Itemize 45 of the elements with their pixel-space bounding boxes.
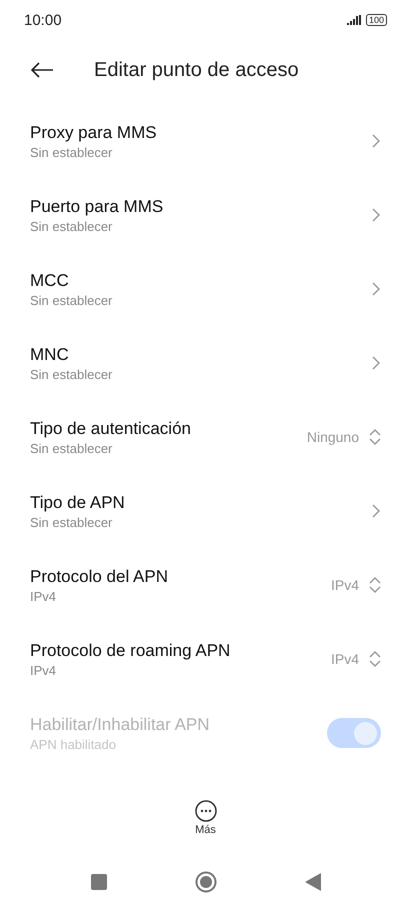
signal-icon [346, 15, 361, 25]
setting-value: Ninguno [306, 429, 359, 445]
setting-subtitle: Sin establecer [30, 366, 114, 382]
setting-row[interactable]: Tipo de autenticación Sin establecer Ninguno [0, 400, 411, 474]
chevron-right-icon [371, 355, 381, 371]
chevron-right-icon [371, 133, 381, 149]
setting-value: IPv4 [330, 577, 359, 593]
chevron-right-icon [371, 281, 381, 297]
back-nav-button[interactable] [304, 873, 320, 891]
setting-title: Tipo de APN [30, 492, 126, 512]
setting-subtitle: Sin establecer [30, 292, 114, 308]
setting-title: MNC [30, 344, 70, 364]
recents-button[interactable] [90, 874, 106, 890]
status-time: 10:00 [24, 12, 62, 28]
page-title: Editar punto de acceso [94, 58, 299, 82]
setting-row[interactable]: MNC Sin establecer [0, 326, 411, 400]
up-down-icon [369, 576, 381, 594]
battery-indicator: 100 [366, 14, 387, 26]
setting-row[interactable]: Tipo de APN Sin establecer [0, 474, 411, 548]
up-down-icon [369, 428, 381, 446]
setting-title: MCC [30, 270, 70, 290]
setting-value: IPv4 [330, 651, 359, 667]
setting-title: Protocolo de roaming APN [30, 640, 232, 660]
setting-subtitle: APN habilitado [30, 736, 117, 752]
up-down-icon [369, 650, 381, 668]
setting-subtitle: IPv4 [30, 588, 58, 604]
back-button[interactable] [30, 62, 54, 78]
setting-subtitle: IPv4 [30, 662, 58, 678]
setting-subtitle: Sin establecer [30, 144, 114, 160]
setting-row[interactable]: MCC Sin establecer [0, 252, 411, 326]
setting-title: Puerto para MMS [30, 196, 164, 216]
setting-row[interactable]: Protocolo de roaming APN IPv4 IPv4 [0, 622, 411, 696]
setting-subtitle: Sin establecer [30, 440, 114, 456]
setting-title: Habilitar/Inhabilitar APN [30, 714, 211, 734]
setting-title: Protocolo del APN [30, 566, 169, 586]
setting-subtitle: Sin establecer [30, 514, 114, 530]
setting-title: Tipo de autenticación [30, 418, 192, 438]
setting-row[interactable]: Protocolo del APN IPv4 IPv4 [0, 548, 411, 622]
home-button[interactable] [194, 871, 216, 893]
chevron-right-icon [371, 207, 381, 223]
setting-row[interactable]: Puerto para MMS Sin establecer [0, 178, 411, 252]
setting-subtitle: Sin establecer [30, 218, 114, 234]
setting-title: Proxy para MMS [30, 122, 158, 142]
chevron-right-icon [371, 503, 381, 519]
setting-row[interactable]: Proxy para MMS Sin establecer [0, 104, 411, 178]
